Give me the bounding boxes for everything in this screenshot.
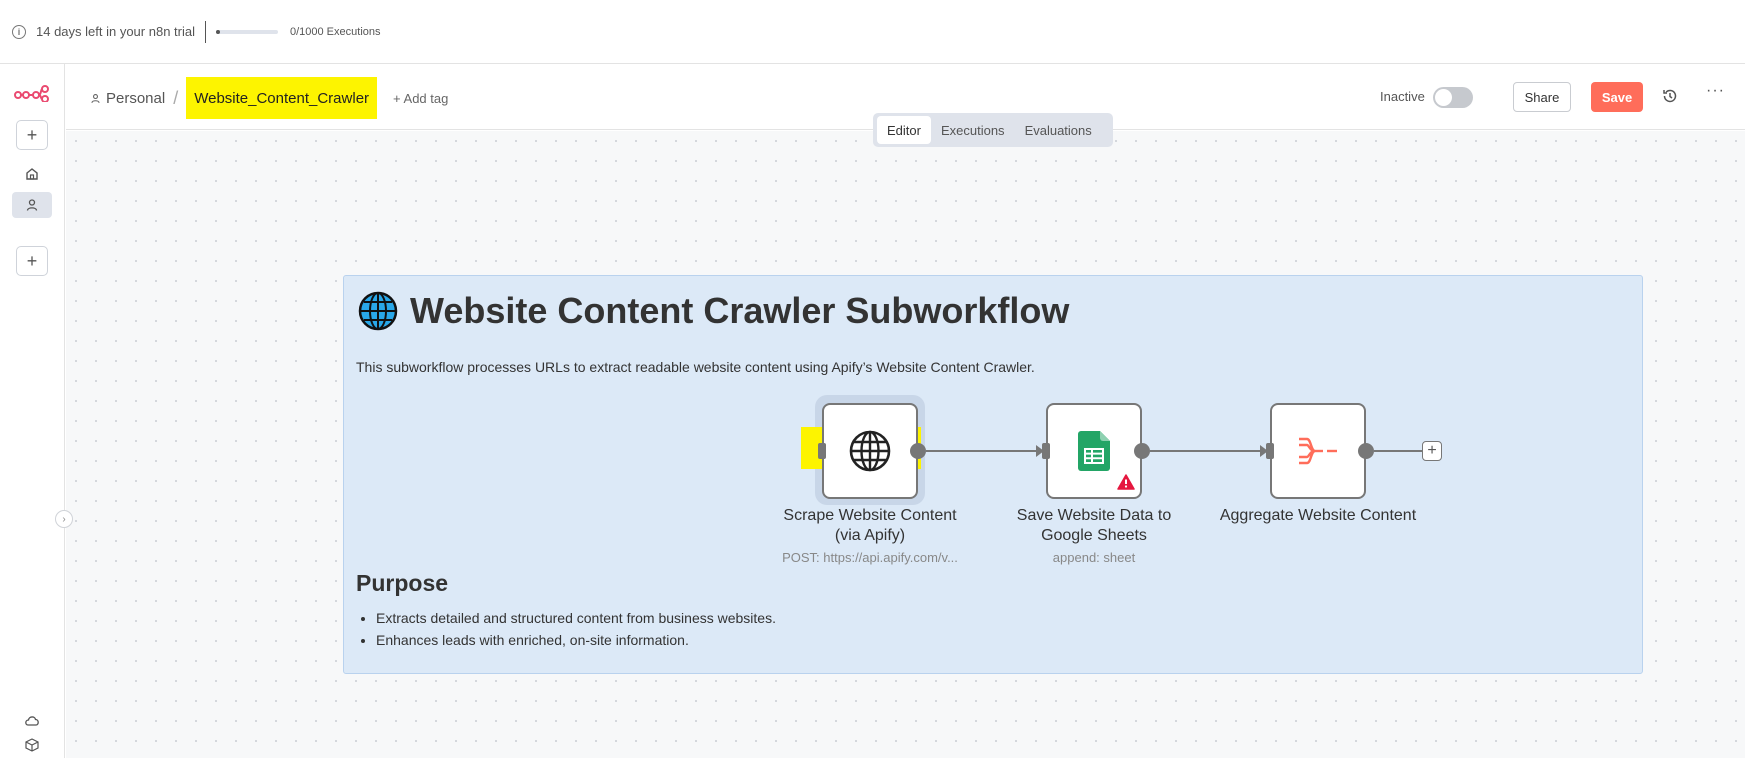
node-output-port[interactable]	[1358, 443, 1374, 459]
cloud-icon[interactable]	[12, 707, 52, 733]
add-node-plus-icon[interactable]: +	[1422, 441, 1442, 461]
node-input-port[interactable]	[1266, 443, 1274, 459]
connection-edge[interactable]	[1150, 450, 1262, 452]
personal-user-icon[interactable]	[12, 192, 52, 218]
active-status-label: Inactive	[1380, 89, 1425, 104]
note-title-text: Website Content Crawler Subworkflow	[410, 290, 1070, 331]
add-tag-button[interactable]: + Add tag	[393, 91, 448, 106]
toggle-knob	[1435, 89, 1452, 106]
user-icon	[91, 93, 100, 103]
save-button[interactable]: Save	[1591, 82, 1643, 112]
node-label: Scrape Website Content (via Apify)	[783, 507, 957, 544]
n8n-logo-icon[interactable]	[14, 84, 50, 107]
expand-sidebar-chevron-icon[interactable]: ›	[55, 510, 73, 528]
node-input-port[interactable]	[1042, 443, 1050, 459]
warning-icon[interactable]	[1117, 474, 1135, 490]
list-item: Extracts detailed and structured content…	[376, 607, 776, 629]
tab-executions[interactable]: Executions	[931, 116, 1015, 144]
active-toggle[interactable]	[1433, 87, 1473, 108]
info-icon: i	[12, 24, 26, 39]
node-subtitle: POST: https://api.apify.com/v...	[782, 550, 958, 565]
node-label: Aggregate Website Content	[1219, 507, 1417, 524]
trial-banner: i 14 days left in your n8n trial 0/1000 …	[0, 0, 1745, 64]
note-title: Website Content Crawler Subworkflow	[358, 290, 1069, 332]
node-input-port[interactable]	[818, 443, 826, 459]
purpose-heading: Purpose	[356, 570, 449, 596]
left-sidebar: + +	[0, 64, 65, 758]
tab-editor[interactable]: Editor	[877, 116, 931, 144]
executions-count: 0/1000 Executions	[289, 25, 381, 38]
sticky-note[interactable]: Website Content Crawler Subworkflow This…	[343, 275, 1643, 674]
history-icon[interactable]	[1662, 88, 1678, 109]
google-sheets-icon	[1078, 431, 1110, 471]
view-tabs: Editor Executions Evaluations	[873, 113, 1113, 147]
project-link[interactable]: Personal	[90, 90, 165, 107]
progress-fill	[215, 29, 220, 34]
trial-separator	[204, 20, 206, 43]
executions-progress-bar	[215, 29, 278, 34]
workflow-name[interactable]: Website_Content_Crawler	[186, 77, 378, 119]
globe-emoji-icon	[358, 291, 398, 331]
list-item: Enhances leads with enriched, on-site in…	[376, 629, 776, 651]
purpose-list: Extracts detailed and structured content…	[376, 607, 776, 651]
project-name: Personal	[106, 89, 166, 107]
node-output-port[interactable]	[1134, 443, 1150, 459]
node-aggregate-website-content[interactable]	[1270, 403, 1366, 499]
tab-evaluations[interactable]: Evaluations	[1015, 116, 1102, 144]
share-button[interactable]: Share	[1513, 82, 1571, 112]
node-label: Save Website Data to Google Sheets	[1016, 507, 1172, 544]
connection-edge[interactable]	[926, 450, 1038, 452]
package-icon[interactable]	[12, 732, 52, 758]
node-subtitle: append: sheet	[1052, 550, 1136, 565]
add-project-button[interactable]: +	[16, 246, 48, 276]
create-button[interactable]: +	[16, 120, 48, 150]
breadcrumb-separator: /	[173, 87, 179, 108]
more-options-icon[interactable]: ···	[1706, 82, 1725, 100]
globe-icon	[849, 430, 891, 472]
trial-text: 14 days left in your n8n trial	[36, 24, 195, 39]
node-output-port[interactable]	[910, 443, 926, 459]
node-scrape-website-content[interactable]	[822, 403, 918, 499]
breadcrumb: Personal / Website_Content_Crawler + Add…	[90, 77, 448, 119]
home-icon[interactable]	[12, 161, 52, 187]
aggregate-icon	[1299, 437, 1337, 465]
note-description: This subworkflow processes URLs to extra…	[356, 359, 1035, 375]
connection-edge	[1374, 450, 1424, 452]
